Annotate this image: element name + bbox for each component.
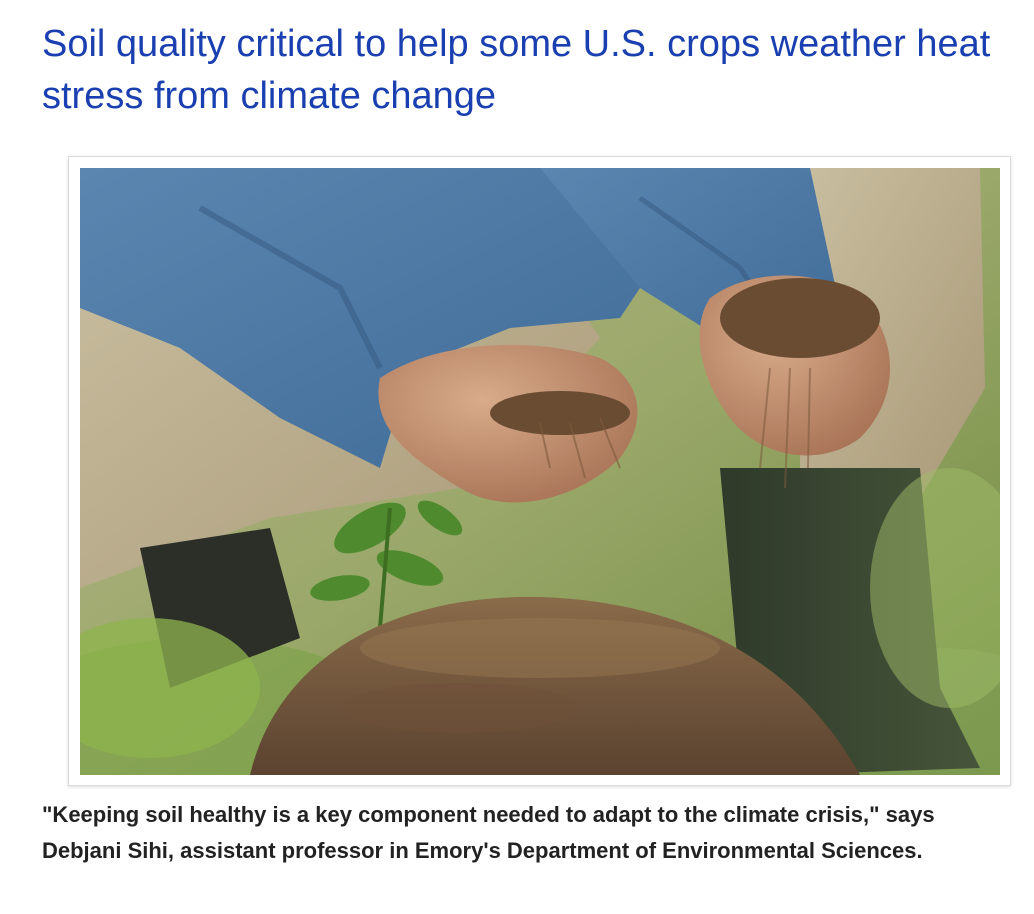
photo-caption: "Keeping soil healthy is a key component… xyxy=(42,802,935,863)
article-photo xyxy=(80,168,1000,775)
photo-frame xyxy=(68,156,1011,786)
article-headline-link[interactable]: Soil quality critical to help some U.S. … xyxy=(42,18,1002,122)
hands-holding-soil-photo xyxy=(80,168,1000,775)
